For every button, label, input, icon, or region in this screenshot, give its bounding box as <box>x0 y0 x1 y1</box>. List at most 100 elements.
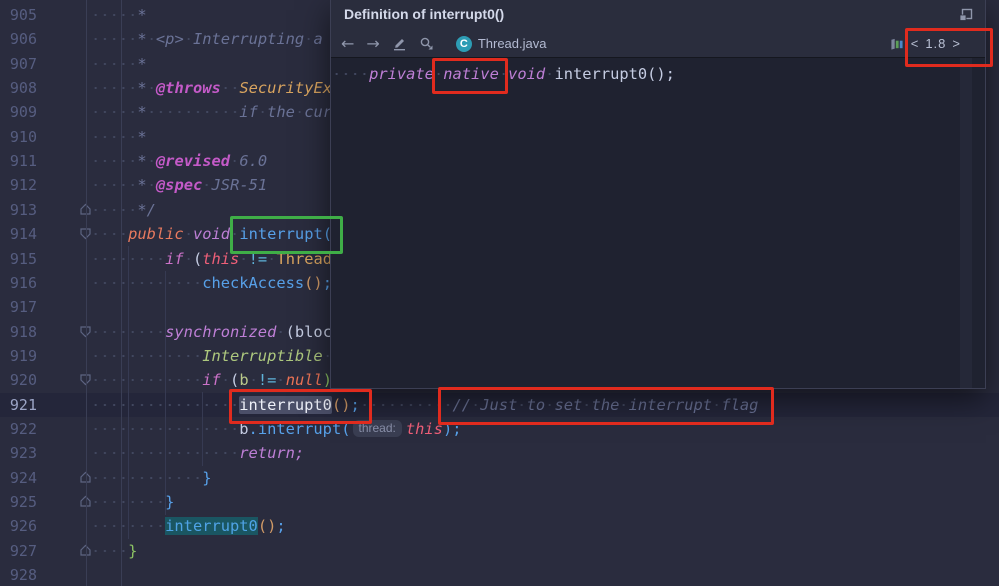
code-token: * <box>137 79 146 97</box>
code-token <box>147 30 156 48</box>
code-token <box>91 347 202 365</box>
code-token <box>295 103 304 121</box>
code-token <box>91 469 202 487</box>
code-token: private <box>369 65 434 83</box>
code-token: the <box>267 103 295 121</box>
code-token <box>91 152 137 170</box>
code-token <box>91 274 202 292</box>
line-number[interactable]: 906 <box>0 27 37 51</box>
code-token: synchronized <box>165 323 276 341</box>
popup-scrollbar[interactable] <box>960 58 972 388</box>
code-token: @throws <box>156 79 221 97</box>
forward-arrow-icon[interactable]: → <box>366 36 379 52</box>
ide-screen: 905 *906 * <p> Interrupting a thread tha… <box>0 0 999 586</box>
open-in-window-icon[interactable] <box>958 7 974 23</box>
gutter-separator <box>121 0 122 586</box>
annotation-interrupt-declaration-box <box>230 216 343 254</box>
code-token: * <box>137 55 146 73</box>
line-number[interactable]: 920 <box>0 368 37 392</box>
line-number[interactable]: 912 <box>0 173 37 197</box>
code-token: void <box>193 225 230 243</box>
code-token <box>91 128 137 146</box>
line-number[interactable]: 907 <box>0 52 37 76</box>
code-line-925[interactable]: 925 } <box>0 490 999 514</box>
code-token <box>184 225 193 243</box>
line-number[interactable]: 923 <box>0 441 37 465</box>
line-number[interactable]: 908 <box>0 76 37 100</box>
code-token: () <box>258 517 277 535</box>
code-token <box>147 152 156 170</box>
code-token <box>184 250 193 268</box>
line-number[interactable]: 928 <box>0 563 37 586</box>
code-token <box>276 371 285 389</box>
code-token <box>184 30 193 48</box>
definition-popup: Definition of interrupt0() ← → C Thread.… <box>330 0 986 389</box>
line-number[interactable]: 921 <box>0 393 37 417</box>
code-token: void <box>508 65 545 83</box>
find-usages-icon[interactable] <box>419 36 434 51</box>
code-token: a <box>313 30 322 48</box>
code-token: Interruptible <box>202 347 322 365</box>
line-number[interactable]: 926 <box>0 514 37 538</box>
code-text: * <box>91 125 147 149</box>
line-number[interactable]: 914 <box>0 222 37 246</box>
code-line-924[interactable]: 924 } <box>0 466 999 490</box>
class-c-icon: C <box>456 36 472 52</box>
code-token <box>147 176 156 194</box>
code-token: 6.0 <box>239 152 267 170</box>
code-text: } <box>91 539 137 563</box>
code-text: * @spec JSR-51 <box>91 173 267 197</box>
code-token: interrupt0 <box>165 517 258 535</box>
code-line-928[interactable]: 928 <box>0 563 999 586</box>
code-line-923[interactable]: 923 return; <box>0 441 999 465</box>
indent-guide-3 <box>202 392 203 466</box>
code-token <box>91 30 137 48</box>
code-line-927[interactable]: 927 } <box>0 539 999 563</box>
code-token: ( <box>230 371 239 389</box>
code-token <box>91 176 137 194</box>
line-number[interactable]: 925 <box>0 490 37 514</box>
code-text: * @revised 6.0 <box>91 149 267 173</box>
code-token: * <box>137 128 146 146</box>
code-token <box>91 201 137 219</box>
code-text: } <box>91 466 211 490</box>
popup-toolbar: ← → C Thread.java < <box>331 30 985 58</box>
line-number[interactable]: 919 <box>0 344 37 368</box>
line-number[interactable]: 915 <box>0 247 37 271</box>
code-token <box>221 79 240 97</box>
line-number[interactable]: 911 <box>0 149 37 173</box>
popup-body: private native void interrupt0(); <box>331 58 985 388</box>
code-token: } <box>202 469 211 487</box>
code-token <box>276 323 285 341</box>
line-number[interactable]: 910 <box>0 125 37 149</box>
code-token <box>221 371 230 389</box>
line-number[interactable]: 909 <box>0 100 37 124</box>
back-arrow-icon[interactable]: ← <box>341 36 354 52</box>
code-token: != <box>258 371 277 389</box>
indent-guide-1 <box>128 246 129 539</box>
line-number[interactable]: 918 <box>0 320 37 344</box>
code-token: ; <box>276 517 285 535</box>
line-number[interactable]: 905 <box>0 3 37 27</box>
file-tab[interactable]: C Thread.java <box>456 36 547 52</box>
line-number[interactable]: 927 <box>0 539 37 563</box>
code-line-926[interactable]: 926 interrupt0(); <box>0 514 999 538</box>
line-number[interactable]: 916 <box>0 271 37 295</box>
code-token <box>230 152 239 170</box>
code-token: Interrupting <box>193 30 304 48</box>
line-number[interactable]: 922 <box>0 417 37 441</box>
annotation-native-keyword-box <box>432 58 508 94</box>
annotation-comment-box <box>438 387 774 425</box>
line-number[interactable]: 924 <box>0 466 37 490</box>
code-text: */ <box>91 198 156 222</box>
code-token: JSR-51 <box>212 176 268 194</box>
code-token: if <box>165 250 184 268</box>
popup-header: Definition of interrupt0() <box>331 0 985 30</box>
line-number[interactable]: 917 <box>0 295 37 319</box>
code-token: } <box>128 542 137 560</box>
code-token: return; <box>239 444 304 462</box>
code-token: checkAccess <box>202 274 304 292</box>
edit-source-icon[interactable] <box>392 36 407 51</box>
code-token: * <box>137 30 146 48</box>
line-number[interactable]: 913 <box>0 198 37 222</box>
